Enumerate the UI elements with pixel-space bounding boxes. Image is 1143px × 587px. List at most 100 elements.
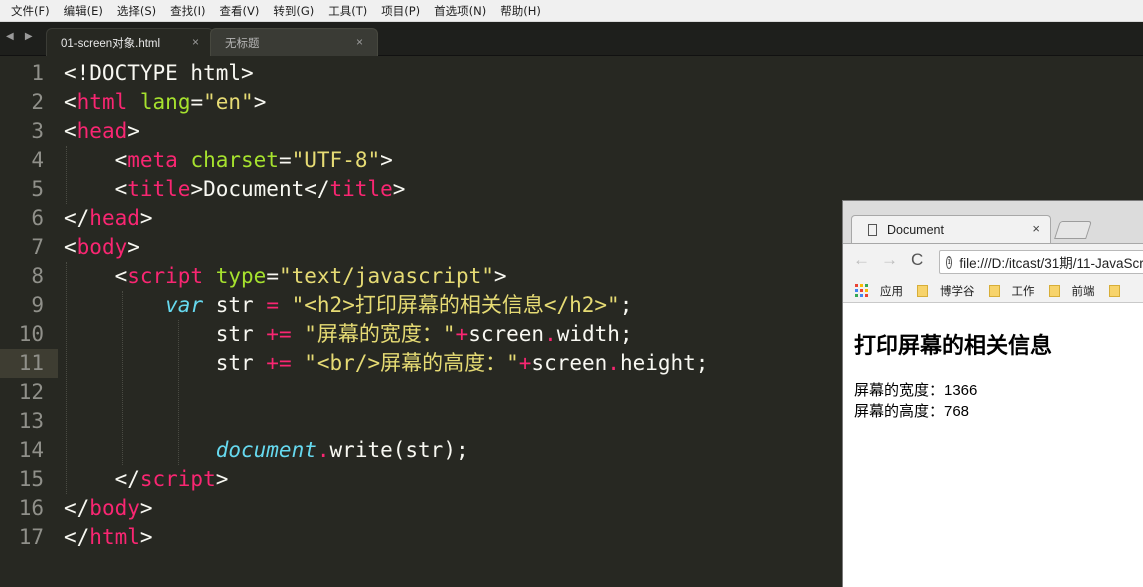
menu-item[interactable]: 查找(I)	[163, 0, 212, 22]
line-number: 10	[18, 322, 44, 346]
menu-item[interactable]: 选择(S)	[110, 0, 163, 22]
code-token: =	[190, 90, 204, 114]
code-token: ;	[619, 293, 633, 317]
reload-icon[interactable]: C	[911, 250, 923, 270]
menu-item[interactable]: 文件(F)	[4, 0, 57, 22]
bookmark-folder[interactable]	[1108, 284, 1132, 297]
code-line[interactable]: 3 <head>	[0, 117, 1143, 146]
menu-item[interactable]: 转到(G)	[266, 0, 321, 22]
close-icon[interactable]: ×	[192, 35, 199, 49]
code-token: >	[127, 119, 140, 143]
tab-untitled[interactable]: 无标题 ×	[210, 28, 378, 56]
bookmark-folder[interactable]: 博学谷	[917, 283, 975, 299]
close-icon[interactable]: ×	[356, 35, 363, 49]
line-number: 15	[18, 467, 44, 491]
code-token: >	[139, 496, 153, 520]
bookmarks-bar: 应用 博学谷 工作 前端	[843, 279, 1143, 303]
code-token: "UTF-8"	[291, 148, 381, 172]
document-icon	[868, 223, 877, 236]
code-line[interactable]: 2 <html lang="en">	[0, 88, 1143, 117]
close-icon[interactable]: ×	[1032, 221, 1040, 236]
folder-icon	[988, 284, 1000, 297]
tab-01-screen[interactable]: 01-screen对象.html ×	[46, 28, 214, 56]
bookmark-apps[interactable]: 应用	[855, 283, 903, 299]
bookmark-folder[interactable]: 前端	[1048, 283, 1095, 299]
line-number: 5	[31, 177, 44, 201]
tab-label: 01-screen对象.html	[61, 37, 161, 50]
code-token: str	[64, 322, 267, 346]
code-token: >	[139, 525, 153, 549]
code-token: >	[392, 177, 406, 201]
code-token: =	[278, 148, 292, 172]
menu-item[interactable]: 编辑(E)	[57, 0, 110, 22]
menu-bar: 文件(F) 编辑(E) 选择(S) 查找(I) 查看(V) 转到(G) 工具(T) 项目(P)…	[0, 0, 1143, 22]
page-content: 打印屏幕的相关信息 屏幕的宽度：1366 屏幕的高度：768	[843, 304, 1143, 587]
info-icon[interactable]: i	[946, 255, 953, 269]
code-text: </head>	[64, 204, 153, 233]
forward-arrow-icon[interactable]: →	[881, 250, 898, 270]
line-number: 6	[31, 206, 44, 230]
line-number: 14	[18, 438, 44, 462]
address-bar[interactable]: i file:///D:/itcast/31期/11-JavaScript	[939, 250, 1143, 274]
line-number: 8	[31, 264, 44, 288]
back-arrow-icon[interactable]: ←	[853, 250, 870, 270]
code-text: </script>	[64, 465, 229, 494]
tab-nav-arrows-icon[interactable]: ◀ ▶	[6, 31, 37, 42]
code-token: title	[127, 177, 191, 201]
line-number: 4	[31, 148, 44, 172]
code-token: screen	[531, 351, 608, 375]
code-token: body	[76, 235, 128, 259]
code-token: </	[64, 206, 90, 230]
indent-guide	[122, 291, 123, 465]
code-line[interactable]: 4 <meta charset="UTF-8">	[0, 146, 1143, 175]
new-tab-button[interactable]	[1054, 221, 1092, 239]
menu-item[interactable]: 工具(T)	[321, 0, 374, 22]
code-token: height;	[619, 351, 709, 375]
code-text: var str = "<h2>打印屏幕的相关信息</h2>";	[64, 291, 632, 320]
code-text: </html>	[64, 523, 153, 552]
code-token: "<br/>屏幕的高度："	[304, 351, 519, 375]
code-token: "屏幕的宽度："	[304, 322, 456, 346]
code-token: >	[380, 148, 393, 172]
bookmark-label: 工作	[1011, 285, 1035, 298]
code-text: str += "屏幕的宽度："+screen.width;	[64, 320, 633, 349]
menu-item[interactable]: 帮助(H)	[493, 0, 548, 22]
code-token: </	[64, 496, 90, 520]
screen-height-text: 屏幕的高度：768	[854, 403, 970, 420]
menu-item[interactable]: 查看(V)	[213, 0, 267, 22]
line-number: 13	[18, 409, 44, 433]
code-token: <	[64, 119, 77, 143]
browser-tab[interactable]: Document ×	[851, 215, 1051, 243]
code-text: <body>	[64, 233, 140, 262]
bookmark-folder[interactable]: 工作	[988, 283, 1035, 299]
line-number: 11	[18, 351, 44, 375]
code-token: str	[64, 351, 267, 375]
code-text: <meta charset="UTF-8">	[64, 146, 393, 175]
code-text: document.write(str);	[64, 436, 469, 465]
browser-tab-title: Document	[887, 222, 944, 237]
code-line[interactable]: 1 <!DOCTYPE html>	[0, 59, 1143, 88]
code-text: <html lang="en">	[64, 88, 266, 117]
page-heading: 打印屏幕的相关信息	[854, 333, 1053, 358]
code-token: document	[215, 438, 317, 462]
indent-guide	[66, 262, 67, 494]
browser-window: Document × ← → C i file:///D:/itcast/31期…	[842, 200, 1143, 587]
code-token: >	[493, 264, 507, 288]
bookmark-label: 应用	[880, 285, 903, 298]
bookmark-label: 前端	[1071, 285, 1095, 298]
menu-item[interactable]: 项目(P)	[374, 0, 427, 22]
browser-toolbar: ← → C i file:///D:/itcast/31期/11-JavaScr…	[843, 243, 1143, 279]
folder-icon	[1108, 284, 1120, 297]
code-token: >	[215, 467, 229, 491]
code-token: <!DOCTYPE html>	[64, 61, 254, 85]
code-token: "<h2>打印屏幕的相关信息</h2>"	[291, 293, 620, 317]
code-token: </	[64, 467, 140, 491]
code-token: lang	[139, 90, 191, 114]
menu-item[interactable]: 首选项(N)	[427, 0, 493, 22]
code-token: >	[127, 235, 140, 259]
code-token: .	[607, 351, 620, 375]
